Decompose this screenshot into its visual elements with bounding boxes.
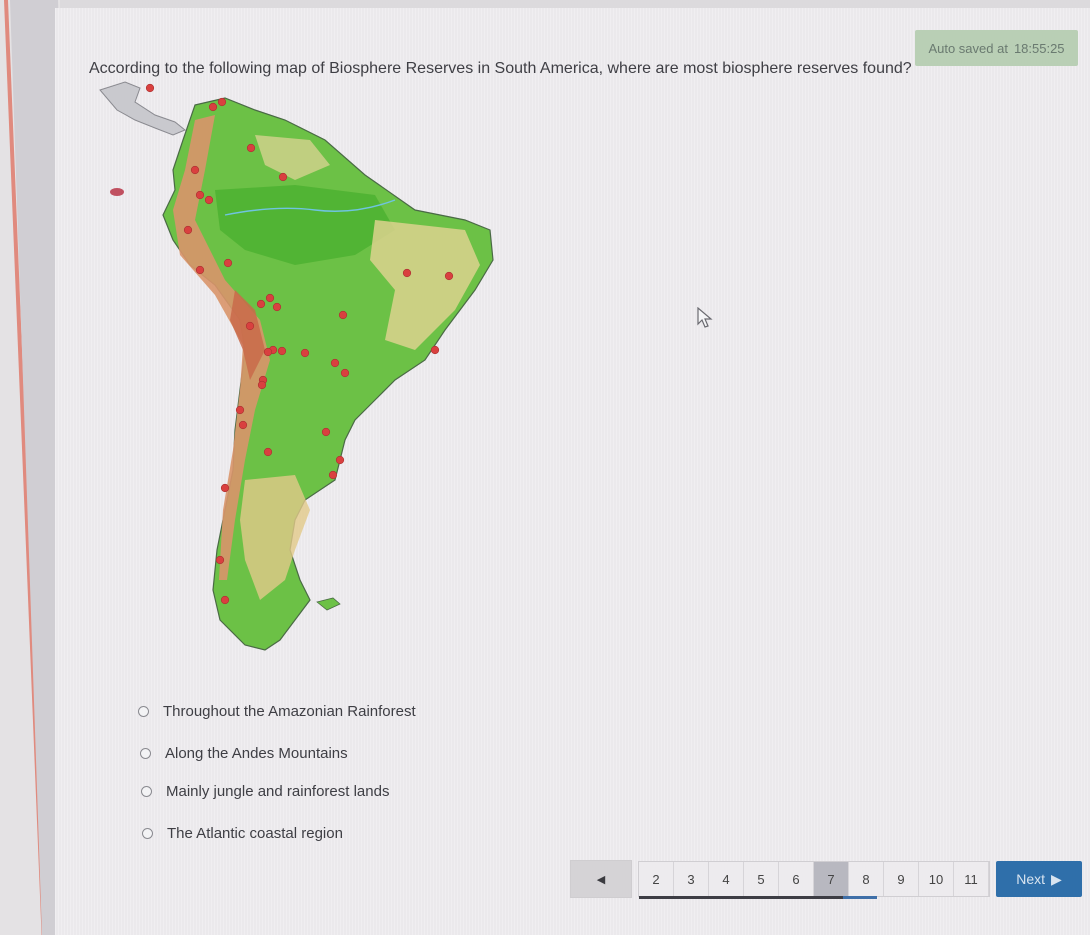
answer-option-amazon[interactable]: Throughout the Amazonian Rainforest	[138, 703, 416, 720]
answer-option-andes[interactable]: Along the Andes Mountains	[140, 745, 348, 762]
reserve-marker	[257, 380, 267, 390]
reserve-marker	[220, 483, 230, 493]
answer-label: The Atlantic coastal region	[167, 825, 343, 842]
reserve-marker	[402, 268, 412, 278]
reserve-marker	[195, 265, 205, 275]
falkland-islands	[316, 597, 341, 611]
reserve-marker	[430, 345, 440, 355]
reserve-marker	[204, 195, 214, 205]
next-button[interactable]: Next ▶	[996, 861, 1082, 897]
galapagos-islands	[110, 188, 124, 196]
pagination: ◀ 2 3 4 5 6 7 8 9 10 11 Next ▶	[570, 860, 1082, 899]
page-button-3[interactable]: 3	[674, 862, 709, 896]
reserve-marker	[300, 348, 310, 358]
south-america-landmass	[162, 97, 494, 651]
reserve-marker	[190, 165, 200, 175]
reserve-marker	[145, 83, 155, 93]
reserve-marker	[235, 405, 245, 415]
reserve-marker	[338, 310, 348, 320]
reserve-marker	[263, 347, 273, 357]
page-button-8[interactable]: 8	[849, 862, 884, 896]
radio-button[interactable]	[142, 828, 153, 839]
answer-option-jungle[interactable]: Mainly jungle and rainforest lands	[141, 783, 389, 800]
reserve-marker	[265, 293, 275, 303]
autosave-time: 18:55:25	[1013, 40, 1065, 56]
reserve-marker	[223, 258, 233, 268]
reserve-marker	[256, 299, 266, 309]
reserve-marker	[195, 190, 205, 200]
reserve-marker	[245, 321, 255, 331]
reserve-marker	[340, 368, 350, 378]
reserve-marker	[278, 172, 288, 182]
reserve-marker	[220, 595, 230, 605]
chevron-left-icon: ◀	[596, 873, 606, 886]
mouse-cursor-icon	[697, 307, 713, 328]
reserve-marker	[321, 427, 331, 437]
autosave-label: Auto saved at	[928, 40, 1008, 56]
answer-label: Along the Andes Mountains	[165, 745, 348, 762]
progress-current-marker	[843, 896, 877, 899]
reserve-marker	[183, 225, 193, 235]
reserve-marker	[208, 102, 218, 112]
reserve-marker	[335, 455, 345, 465]
page-button-4[interactable]: 4	[709, 862, 744, 896]
page-button-7[interactable]: 7	[814, 862, 849, 896]
reserve-marker	[215, 555, 225, 565]
progress-bar	[639, 896, 849, 899]
page-button-5[interactable]: 5	[744, 862, 779, 896]
page-button-10[interactable]: 10	[919, 862, 954, 896]
page-button-11[interactable]: 11	[954, 862, 989, 896]
reserve-marker	[263, 447, 273, 457]
answer-label: Throughout the Amazonian Rainforest	[163, 703, 416, 720]
page-button-2[interactable]: 2	[639, 862, 674, 896]
reserve-marker	[330, 358, 340, 368]
answer-option-atlantic-coast[interactable]: The Atlantic coastal region	[142, 825, 343, 842]
page-button-9[interactable]: 9	[884, 862, 919, 896]
reserve-marker	[328, 470, 338, 480]
reserve-marker	[277, 346, 287, 356]
question-text: According to the following map of Biosph…	[89, 60, 912, 77]
next-label: Next	[1016, 871, 1045, 887]
reserve-marker	[444, 271, 454, 281]
reserve-marker	[238, 420, 248, 430]
reserve-marker	[272, 302, 282, 312]
play-right-icon: ▶	[1051, 870, 1062, 887]
page-number-list: 2 3 4 5 6 7 8 9 10 11	[638, 861, 990, 899]
central-america-landmass	[99, 81, 186, 136]
reserve-marker	[246, 143, 256, 153]
radio-button[interactable]	[138, 706, 149, 717]
page-button-6[interactable]: 6	[779, 862, 814, 896]
previous-page-button[interactable]: ◀	[570, 860, 632, 898]
answer-label: Mainly jungle and rainforest lands	[166, 783, 390, 800]
radio-button[interactable]	[141, 786, 152, 797]
reserve-marker	[217, 97, 227, 107]
radio-button[interactable]	[140, 748, 151, 759]
biosphere-reserves-map	[99, 81, 494, 651]
